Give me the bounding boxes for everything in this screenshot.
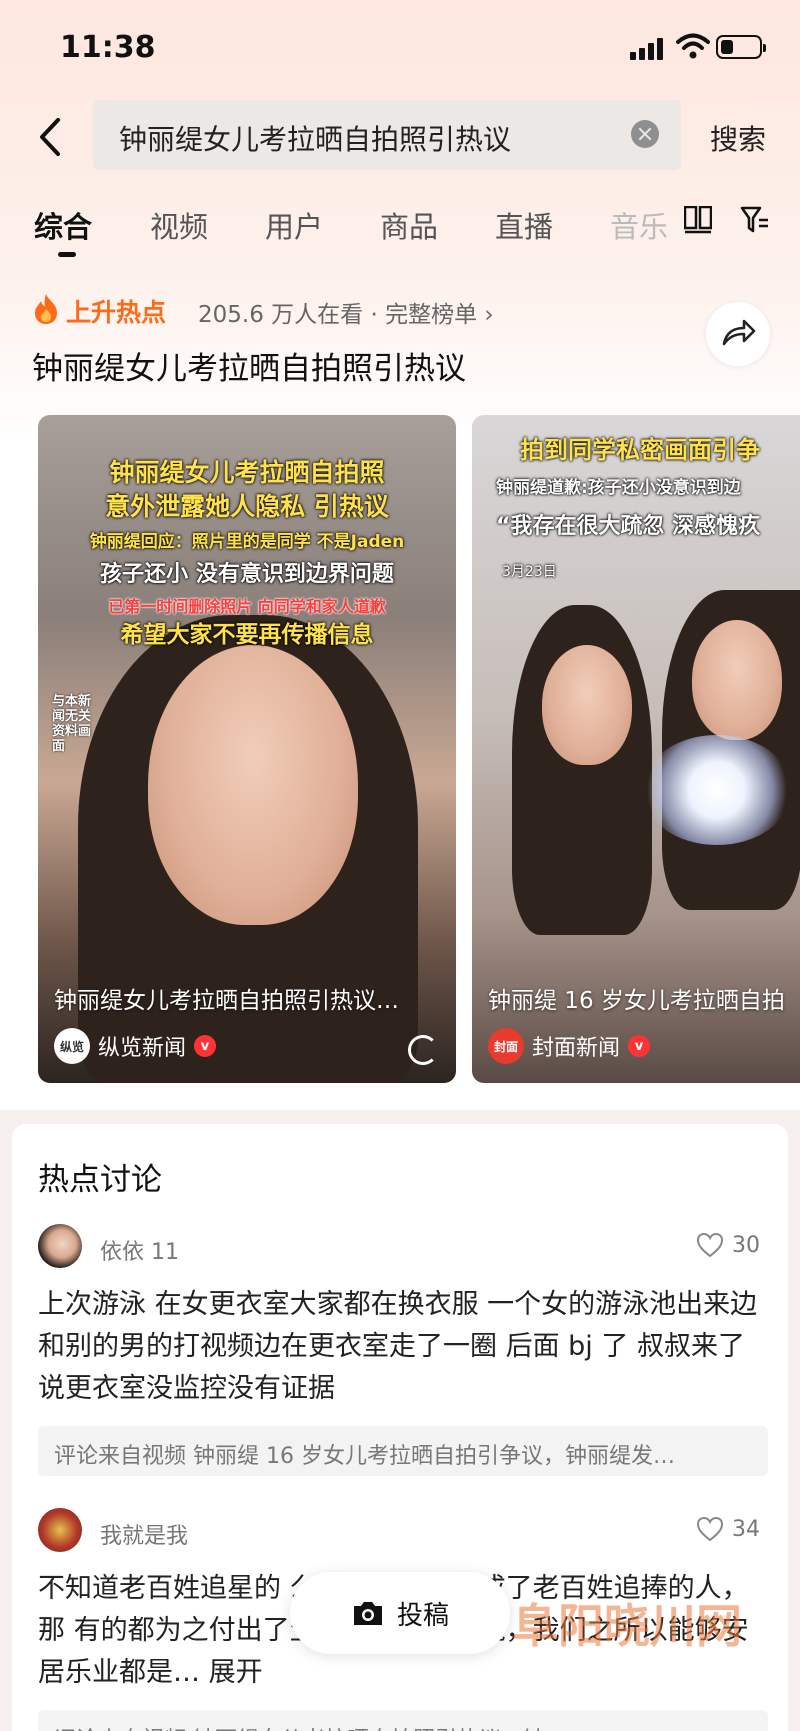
photo-face-shape	[148, 645, 358, 925]
cellular-signal-icon	[630, 36, 666, 60]
avatar[interactable]	[38, 1508, 82, 1552]
overlay-line-2: 钟丽缇道歉:孩子还小没意识到边	[496, 478, 741, 498]
overlay-line-1: 拍到同学私密画面引争	[520, 436, 760, 464]
status-bar: 11:38	[0, 0, 800, 95]
overlay-line-4: 孩子还小 没有意识到边界问题	[100, 562, 394, 587]
hot-viewers-meta[interactable]: 205.6 万人在看 · 完整榜单 ›	[198, 295, 494, 329]
share-button[interactable]	[706, 302, 770, 366]
watermark-text: 阜阳晓川网	[512, 1599, 742, 1653]
search-button[interactable]: 搜索	[710, 118, 766, 158]
tab-video[interactable]: 视频	[150, 204, 208, 246]
like-count: 34	[732, 1516, 760, 1542]
avatar[interactable]	[38, 1224, 82, 1268]
camera-flash-glow	[642, 735, 792, 845]
search-input[interactable]: 钟丽缇女儿考拉晒自拍照引热议	[93, 100, 681, 170]
overlay-line-3: “我存在很大疏忽 深感愧疚	[496, 514, 761, 539]
heart-icon	[696, 1516, 724, 1542]
camera-icon	[353, 1602, 382, 1625]
filter-icon[interactable]	[740, 205, 770, 235]
source-logo: 封面	[488, 1028, 524, 1064]
heart-icon	[696, 1232, 724, 1258]
comment-text[interactable]: 上次游泳 在女更衣室大家都在换衣服 一个女的游泳池出来边和别的男的打视频边在更衣…	[38, 1284, 768, 1410]
result-tabs: 综合 视频 用户 商品 直播 音乐	[0, 198, 800, 268]
like-button[interactable]: 34	[696, 1516, 760, 1542]
overlay-line-1: 钟丽缇女儿考拉晒自拍照	[109, 458, 385, 487]
hot-topic-title[interactable]: 钟丽缇女儿考拉晒自拍照引热议	[32, 343, 466, 388]
video-caption: 钟丽缇女儿考拉晒自拍照引热议…	[54, 988, 399, 1014]
active-tab-indicator	[58, 252, 76, 257]
loading-spinner-icon	[408, 1035, 438, 1065]
video-caption: 钟丽缇 16 岁女儿考拉晒自拍	[488, 988, 785, 1014]
photo-face-shape	[542, 645, 632, 765]
verified-badge-icon: v	[194, 1035, 217, 1057]
status-time: 11:38	[60, 30, 156, 65]
tab-products[interactable]: 商品	[380, 204, 438, 246]
side-disclaimer: 与本新闻无关资料画面	[52, 694, 92, 754]
clear-search-icon[interactable]	[631, 120, 659, 148]
discussion-title: 热点讨论	[38, 1162, 162, 1198]
like-button[interactable]: 30	[696, 1232, 760, 1258]
battery-icon	[716, 35, 766, 59]
video-card-2[interactable]: 拍到同学私密画面引争 钟丽缇道歉:孩子还小没意识到边 “我存在很大疏忽 深感愧疚…	[472, 415, 800, 1083]
share-arrow-icon	[722, 319, 756, 346]
search-query: 钟丽缇女儿考拉晒自拍照引热议	[119, 123, 512, 156]
comment-username[interactable]: 我就是我	[100, 1518, 188, 1550]
overlay-line-2: 意外泄露她人隐私 引热议	[105, 492, 389, 521]
video-source[interactable]: 纵览 纵览新闻 v	[54, 1027, 217, 1065]
verified-badge-icon: v	[628, 1035, 651, 1057]
source-logo: 纵览	[54, 1028, 90, 1064]
hot-rising-tag: 上升热点	[66, 298, 167, 327]
tab-live[interactable]: 直播	[495, 204, 553, 246]
wifi-icon	[676, 33, 710, 59]
tab-music[interactable]: 音乐	[610, 204, 670, 246]
post-label: 投稿	[396, 1600, 449, 1631]
photo-face-shape	[692, 620, 782, 740]
post-button[interactable]: 投稿	[290, 1572, 510, 1654]
tab-users[interactable]: 用户	[265, 204, 323, 246]
back-arrow-icon[interactable]	[36, 112, 66, 162]
comment-source-ref[interactable]: 评论来自视频 钟丽缇女儿考拉晒自拍照引热议，钟…	[38, 1710, 768, 1731]
layout-toggle-icon[interactable]	[684, 206, 712, 234]
overlay-line-5: 已第一时间删除照片 向同学和家人道歉	[108, 597, 386, 616]
video-source[interactable]: 封面 封面新闻 v	[488, 1027, 651, 1065]
video-card-1[interactable]: 钟丽缇女儿考拉晒自拍照 意外泄露她人隐私 引热议 钟丽缇回应：照片里的是同学 不…	[38, 415, 456, 1083]
overlay-line-6: 希望大家不要再传播信息	[120, 622, 374, 648]
comment-username[interactable]: 依依 11	[100, 1234, 179, 1266]
flame-icon	[35, 294, 57, 324]
overlay-line-3: 钟丽缇回应：照片里的是同学 不是Jaden	[89, 532, 405, 552]
source-name: 纵览新闻	[98, 1036, 187, 1061]
like-count: 30	[732, 1232, 760, 1258]
comment-source-ref[interactable]: 评论来自视频 钟丽缇 16 岁女儿考拉晒自拍引争议，钟丽缇发…	[38, 1426, 768, 1476]
tab-comprehensive[interactable]: 综合	[34, 204, 92, 246]
overlay-date: 3月23日	[502, 564, 557, 580]
source-name: 封面新闻	[532, 1036, 621, 1061]
